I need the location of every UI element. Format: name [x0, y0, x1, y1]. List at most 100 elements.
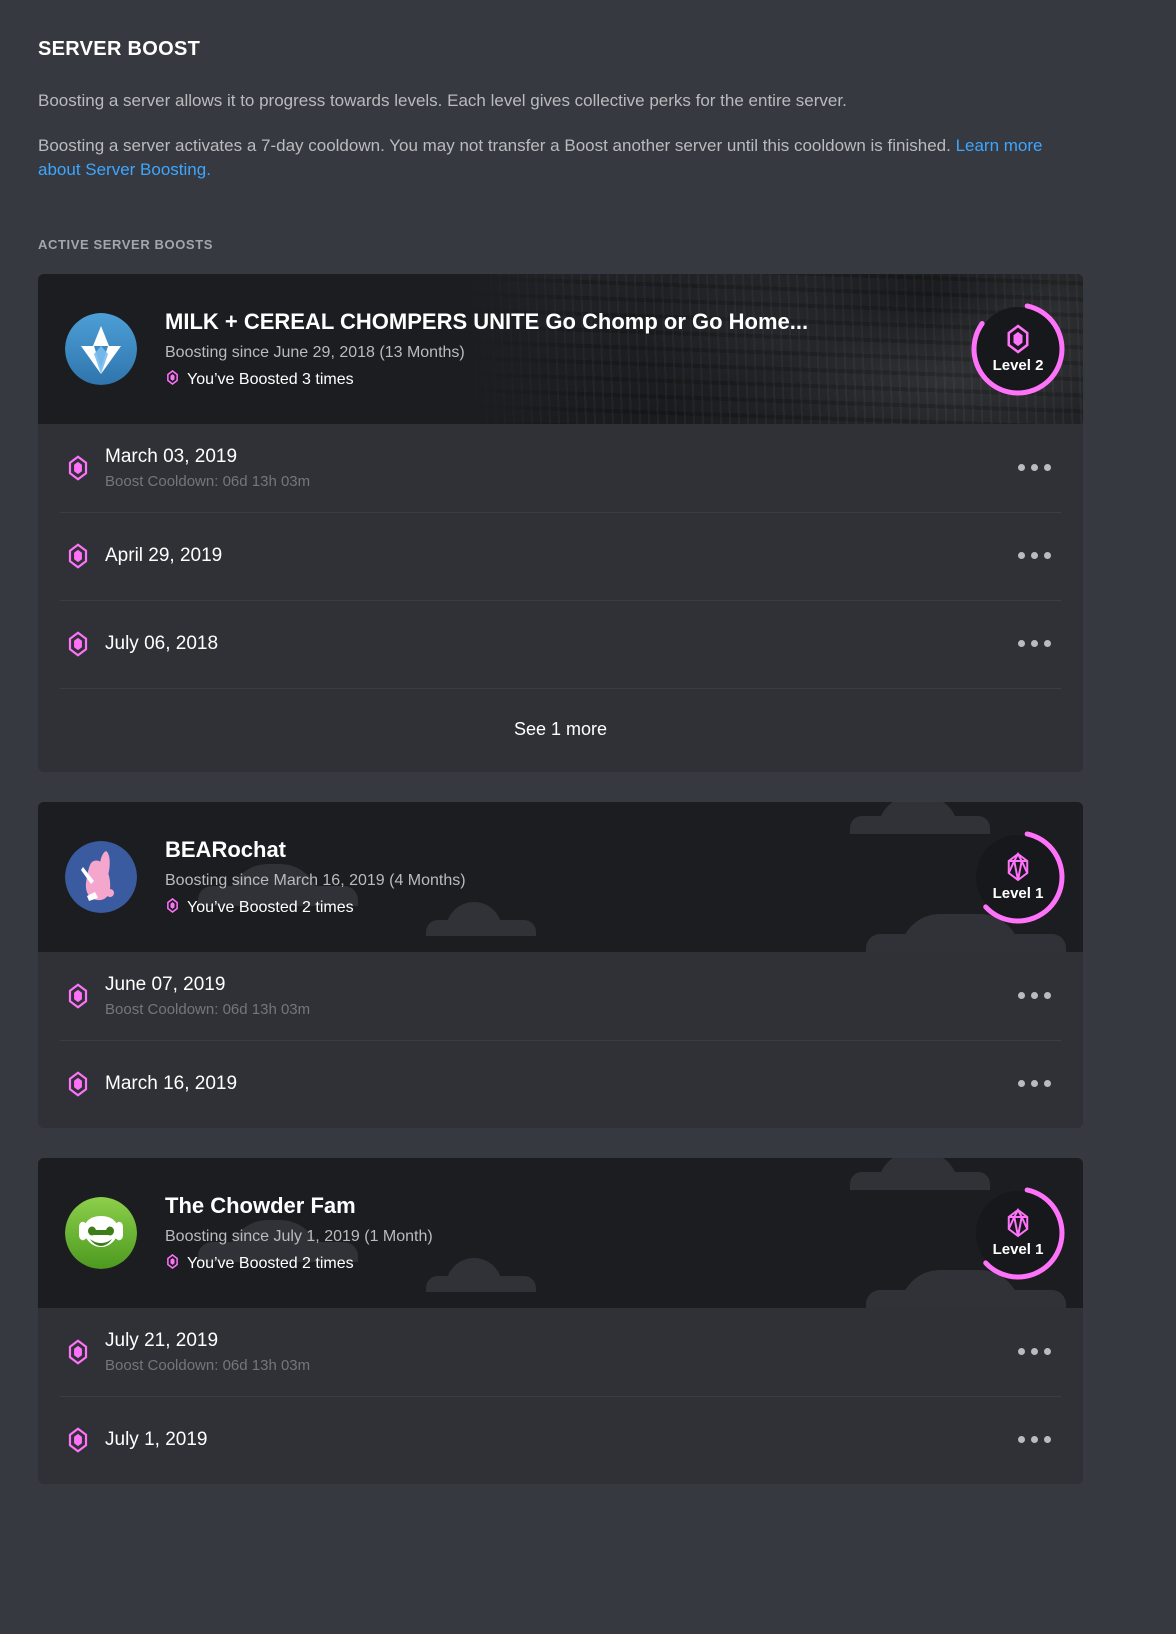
boost-count-label: You’ve Boosted 2 times	[187, 898, 354, 916]
server-boost-page: SERVER BOOST Boosting a server allows it…	[0, 0, 1176, 1484]
server-meta: The Chowder Fam Boosting since July 1, 20…	[165, 1192, 433, 1274]
server-name: BEARochat	[165, 837, 287, 863]
dot	[1031, 464, 1038, 472]
server-level-badge: Level 1	[971, 830, 1065, 924]
server-name: MILK + CEREAL CHOMPERS UNITE Go Chomp or…	[165, 309, 809, 335]
dot	[1044, 640, 1051, 648]
boost-gem-outline-icon	[1007, 1207, 1029, 1238]
boost-count-row: You’ve Boosted 2 times	[165, 1253, 433, 1274]
server-name: The Chowder Fam	[165, 1193, 356, 1219]
dot	[1044, 1436, 1051, 1444]
boost-count-label: You’ve Boosted 3 times	[187, 370, 354, 388]
server-avatar-image	[65, 840, 137, 913]
server-card-header: BEARochat Boosting since March 16, 2019 (…	[38, 801, 1083, 952]
dot	[1018, 640, 1025, 648]
boost-row-text: June 07, 2019 Boost Cooldown: 06d 13h 03m	[105, 973, 1014, 1019]
level-badge-content: Level 1	[971, 830, 1065, 924]
boost-cooldown: Boost Cooldown: 06d 13h 03m	[105, 1000, 311, 1018]
server-avatar[interactable]	[65, 312, 137, 385]
server-avatar-image	[65, 1196, 137, 1269]
row-overflow-menu-button[interactable]	[1014, 982, 1055, 1009]
boost-gem-icon	[68, 631, 88, 657]
server-avatar[interactable]	[65, 840, 137, 913]
see-more-button[interactable]: See 1 more	[38, 687, 1083, 772]
intro-paragraph-2-text: Boosting a server activates a 7-day cool…	[38, 135, 956, 155]
dot	[1044, 464, 1051, 472]
dot	[1031, 640, 1038, 648]
server-card-header: The Chowder Fam Boosting since July 1, 20…	[38, 1157, 1083, 1308]
dot	[1031, 1436, 1038, 1444]
boost-row-text: July 1, 2019	[105, 1428, 1014, 1452]
boost-row[interactable]: July 21, 2019 Boost Cooldown: 06d 13h 03m	[38, 1308, 1083, 1396]
level-label: Level 2	[992, 356, 1044, 374]
server-avatar[interactable]	[65, 1196, 137, 1269]
row-overflow-menu-button[interactable]	[1014, 1070, 1055, 1097]
intro-paragraph-1: Boosting a server allows it to progress …	[38, 91, 847, 110]
boost-date: April 29, 2019	[105, 545, 223, 567]
boosting-since: Boosting since March 16, 2019 (4 Months)	[165, 871, 466, 889]
boost-count-gem-icon	[165, 1253, 180, 1274]
server-card-header: MILK + CEREAL CHOMPERS UNITE Go Chomp or…	[38, 273, 1083, 424]
boost-gem-icon	[68, 983, 88, 1009]
boost-gem-icon	[68, 1339, 88, 1365]
row-overflow-menu-button[interactable]	[1014, 1338, 1055, 1365]
boost-row-text: March 03, 2019 Boost Cooldown: 06d 13h 03…	[105, 445, 1014, 491]
boost-gem-icon	[68, 455, 88, 481]
boost-row[interactable]: March 16, 2019	[38, 1039, 1083, 1128]
boost-count-row: You’ve Boosted 2 times	[165, 897, 466, 918]
boost-date: July 21, 2019	[105, 1330, 219, 1352]
boost-list: July 21, 2019 Boost Cooldown: 06d 13h 03m…	[38, 1308, 1083, 1484]
dot	[1018, 552, 1025, 560]
level-badge-content: Level 1	[971, 1186, 1065, 1280]
dot	[1044, 992, 1051, 1000]
boost-row-gem-icon	[65, 543, 91, 569]
boost-date: March 03, 2019	[105, 446, 238, 468]
boost-date: July 1, 2019	[105, 1429, 208, 1451]
boost-cooldown: Boost Cooldown: 06d 13h 03m	[105, 472, 311, 490]
boost-date: June 07, 2019	[105, 974, 226, 996]
dot	[1044, 1348, 1051, 1356]
boost-list: June 07, 2019 Boost Cooldown: 06d 13h 03m…	[38, 952, 1083, 1128]
page-title: SERVER BOOST	[38, 38, 201, 60]
row-overflow-menu-button[interactable]	[1014, 454, 1055, 481]
boost-count-row: You’ve Boosted 3 times	[165, 369, 808, 390]
boost-gem-icon	[68, 1071, 88, 1097]
boost-count-gem-icon	[165, 897, 180, 918]
intro-paragraph-2: Boosting a server activates a 7-day cool…	[38, 134, 1083, 183]
dot	[1018, 992, 1025, 1000]
dot	[1031, 1080, 1038, 1088]
boost-row-text: July 21, 2019 Boost Cooldown: 06d 13h 03m	[105, 1329, 1014, 1375]
dot	[1044, 552, 1051, 560]
boost-row-text: March 16, 2019	[105, 1072, 1014, 1096]
boost-row[interactable]: June 07, 2019 Boost Cooldown: 06d 13h 03m	[38, 952, 1083, 1040]
server-boost-card: MILK + CEREAL CHOMPERS UNITE Go Chomp or…	[38, 273, 1083, 772]
boost-row[interactable]: March 03, 2019 Boost Cooldown: 06d 13h 03…	[38, 424, 1083, 512]
small-boost-gem-icon	[167, 897, 178, 913]
boost-count-gem-icon	[165, 369, 180, 390]
small-boost-gem-icon	[167, 1253, 178, 1269]
server-meta: BEARochat Boosting since March 16, 2019 (…	[165, 836, 466, 918]
boost-row[interactable]: April 29, 2019	[38, 511, 1083, 600]
boost-row-text: July 06, 2018	[105, 632, 1014, 656]
boost-row[interactable]: July 1, 2019	[38, 1395, 1083, 1484]
boost-list: March 03, 2019 Boost Cooldown: 06d 13h 03…	[38, 424, 1083, 772]
level-label: Level 1	[992, 1240, 1044, 1258]
dot	[1044, 1080, 1051, 1088]
dot	[1018, 1436, 1025, 1444]
level-badge-content: Level 2	[971, 302, 1065, 396]
server-avatar-image	[65, 312, 137, 385]
small-boost-gem-icon	[167, 369, 178, 385]
boost-row-gem-icon	[65, 1339, 91, 1365]
server-meta: MILK + CEREAL CHOMPERS UNITE Go Chomp or…	[165, 308, 808, 390]
row-overflow-menu-button[interactable]	[1014, 542, 1055, 569]
server-level-badge: Level 1	[971, 1186, 1065, 1280]
boost-date: July 06, 2018	[105, 633, 219, 655]
row-overflow-menu-button[interactable]	[1014, 1426, 1055, 1453]
row-overflow-menu-button[interactable]	[1014, 630, 1055, 657]
server-boost-card-list: MILK + CEREAL CHOMPERS UNITE Go Chomp or…	[38, 273, 1138, 1484]
dot	[1031, 1348, 1038, 1356]
dot	[1018, 1348, 1025, 1356]
boost-cooldown: Boost Cooldown: 06d 13h 03m	[105, 1356, 311, 1374]
boost-row[interactable]: July 06, 2018	[38, 599, 1083, 688]
boost-row-gem-icon	[65, 455, 91, 481]
